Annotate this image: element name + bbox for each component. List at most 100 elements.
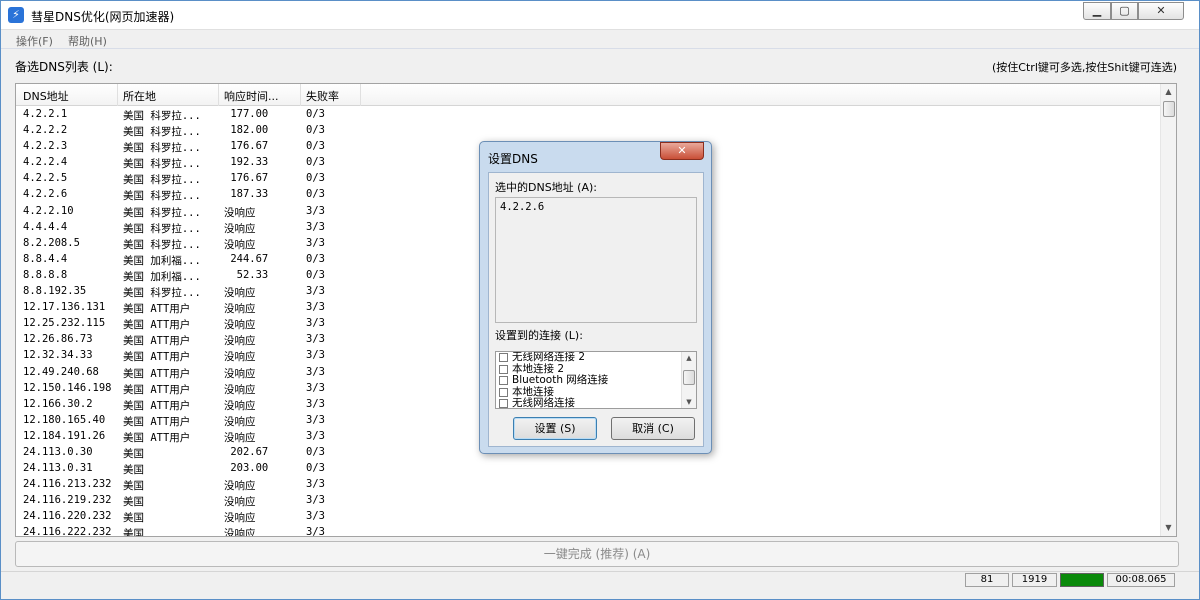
- location-cell: 美国 ATT用户: [123, 335, 191, 348]
- selection-hint: (按住Ctrl键可多选,按住Shit键可连选): [992, 61, 1177, 74]
- scroll-down-icon[interactable]: ▼: [1161, 520, 1176, 536]
- location-cell: 美国 ATT用户: [123, 319, 191, 332]
- response-time-cell: 没响应: [224, 383, 256, 396]
- failure-rate-cell: 3/3: [306, 317, 325, 330]
- response-time-cell: 202.67: [224, 445, 269, 458]
- column-divider[interactable]: [218, 84, 219, 106]
- dns-address-cell: 12.184.191.26: [23, 429, 106, 442]
- connection-item[interactable]: 无线网络连接: [496, 398, 696, 408]
- maximize-button[interactable]: ▢: [1111, 2, 1138, 20]
- table-row[interactable]: 24.116.222.232 美国 没响应 3/3: [16, 525, 1162, 537]
- table-row[interactable]: 4.2.2.2 美国 科罗拉... 182.00 0/3: [16, 123, 1162, 139]
- response-time-cell: 52.33: [224, 268, 269, 281]
- close-icon[interactable]: ✕: [660, 142, 704, 160]
- menu-operate[interactable]: 操作(F): [16, 33, 53, 49]
- checkbox[interactable]: [499, 364, 508, 374]
- connections-list[interactable]: 无线网络连接 2 本地连接 2 Bluetooth 网络连接 本地连接 无线网络连接 ▲…: [495, 351, 697, 409]
- dns-address-cell: 24.116.220.232: [23, 510, 112, 523]
- location-cell: 美国 科罗拉...: [123, 126, 201, 139]
- failure-rate-cell: 0/3: [306, 140, 325, 153]
- failure-rate-cell: 3/3: [306, 285, 325, 298]
- response-time-cell: 没响应: [224, 238, 256, 251]
- dns-address-cell: 24.113.0.31: [23, 462, 93, 475]
- scroll-thumb[interactable]: [683, 370, 695, 385]
- failure-rate-cell: 3/3: [306, 236, 325, 249]
- connection-label: Bluetooth 网络连接: [512, 374, 609, 386]
- cancel-button[interactable]: 取消 (C): [611, 417, 695, 440]
- status-bar: 81 1919 00:08.065: [1, 571, 1199, 599]
- column-response-time[interactable]: 响应时间...: [224, 88, 279, 104]
- connection-label: 无线网络连接 2: [512, 351, 586, 363]
- checkbox[interactable]: [499, 376, 508, 385]
- column-failure-rate[interactable]: 失败率: [306, 88, 339, 104]
- checkbox[interactable]: [499, 353, 508, 362]
- location-cell: 美国 科罗拉...: [123, 222, 201, 235]
- connections-scrollbar[interactable]: ▲ ▼: [681, 352, 696, 408]
- selected-dns-textarea[interactable]: 4.2.2.6: [495, 197, 697, 323]
- failure-rate-cell: 0/3: [306, 268, 325, 281]
- connections-label: 设置到的连接 (L):: [495, 329, 583, 342]
- table-row[interactable]: 24.116.220.232 美国 没响应 3/3: [16, 509, 1162, 525]
- response-time-cell: 没响应: [224, 415, 256, 428]
- dns-address-cell: 12.180.165.40: [23, 413, 106, 426]
- checkbox[interactable]: [499, 399, 508, 408]
- failure-rate-cell: 3/3: [306, 429, 325, 442]
- response-time-cell: 182.00: [224, 124, 269, 137]
- table-row[interactable]: 4.2.2.1 美国 科罗拉... 177.00 0/3: [16, 107, 1162, 123]
- failure-rate-cell: 3/3: [306, 333, 325, 346]
- scroll-down-icon[interactable]: ▼: [682, 396, 696, 408]
- location-cell: 美国 科罗拉...: [123, 158, 201, 171]
- table-row[interactable]: 24.116.219.232 美国 没响应 3/3: [16, 493, 1162, 509]
- location-cell: 美国 科罗拉...: [123, 287, 201, 300]
- location-cell: 美国 ATT用户: [123, 431, 191, 444]
- one-click-button[interactable]: 一键完成 (推荐) (A): [15, 541, 1179, 567]
- column-divider[interactable]: [117, 84, 118, 106]
- failure-rate-cell: 3/3: [306, 413, 325, 426]
- location-cell: 美国: [123, 512, 144, 525]
- scroll-thumb[interactable]: [1163, 101, 1175, 117]
- table-row[interactable]: 24.113.0.31 美国 203.00 0/3: [16, 461, 1162, 477]
- table-row[interactable]: 24.116.213.232 美国 没响应 3/3: [16, 477, 1162, 493]
- dns-address-cell: 8.8.8.8: [23, 268, 68, 281]
- minimize-button[interactable]: ▁: [1083, 2, 1111, 20]
- column-dns-address[interactable]: DNS地址: [23, 88, 69, 104]
- close-button[interactable]: ✕: [1138, 2, 1184, 20]
- location-cell: 美国 ATT用户: [123, 399, 191, 412]
- status-count-1: 81: [965, 573, 1009, 587]
- response-time-cell: 没响应: [224, 287, 256, 300]
- dns-address-cell: 4.2.2.1: [23, 108, 68, 120]
- location-cell: 美国 科罗拉...: [123, 238, 201, 251]
- status-elapsed-time: 00:08.065: [1107, 573, 1175, 587]
- set-button[interactable]: 设置 (S): [513, 417, 597, 440]
- dns-address-cell: 8.2.208.5: [23, 236, 80, 249]
- dialog-body: 选中的DNS地址 (A): 4.2.2.6 设置到的连接 (L): 无线网络连接…: [488, 172, 704, 447]
- column-divider[interactable]: [300, 84, 301, 106]
- selected-dns-label: 选中的DNS地址 (A):: [495, 181, 597, 194]
- status-count-2: 1919: [1012, 573, 1057, 587]
- dns-address-cell: 8.8.192.35: [23, 285, 87, 298]
- checkbox[interactable]: [499, 387, 508, 397]
- response-time-cell: 没响应: [224, 528, 256, 537]
- response-time-cell: 203.00: [224, 462, 269, 475]
- response-time-cell: 没响应: [224, 512, 256, 525]
- dns-address-cell: 4.2.2.3: [23, 140, 68, 153]
- dns-address-cell: 4.2.2.6: [23, 188, 68, 201]
- location-cell: 美国: [123, 496, 144, 509]
- scroll-up-icon[interactable]: ▲: [682, 352, 696, 364]
- scroll-up-icon[interactable]: ▲: [1161, 84, 1176, 100]
- dns-address-cell: 12.49.240.68: [23, 365, 99, 378]
- column-location[interactable]: 所在地: [123, 88, 156, 104]
- location-cell: 美国 ATT用户: [123, 303, 191, 316]
- dns-address-cell: 4.2.2.5: [23, 172, 68, 185]
- failure-rate-cell: 3/3: [306, 204, 325, 217]
- list-scrollbar[interactable]: ▲ ▼: [1160, 84, 1176, 536]
- location-cell: 美国 ATT用户: [123, 383, 191, 396]
- menu-help[interactable]: 帮助(H): [68, 33, 107, 49]
- response-time-cell: 没响应: [224, 496, 256, 509]
- location-cell: 美国 加利福...: [123, 254, 201, 267]
- dns-address-cell: 24.116.213.232: [23, 478, 112, 491]
- failure-rate-cell: 3/3: [306, 397, 325, 410]
- set-dns-dialog: 设置DNS ✕ 选中的DNS地址 (A): 4.2.2.6 设置到的连接 (L)…: [479, 141, 712, 454]
- title-bar[interactable]: ⚡ 彗星DNS优化(网页加速器) ▁ ▢ ✕: [1, 1, 1199, 30]
- column-divider[interactable]: [360, 84, 361, 106]
